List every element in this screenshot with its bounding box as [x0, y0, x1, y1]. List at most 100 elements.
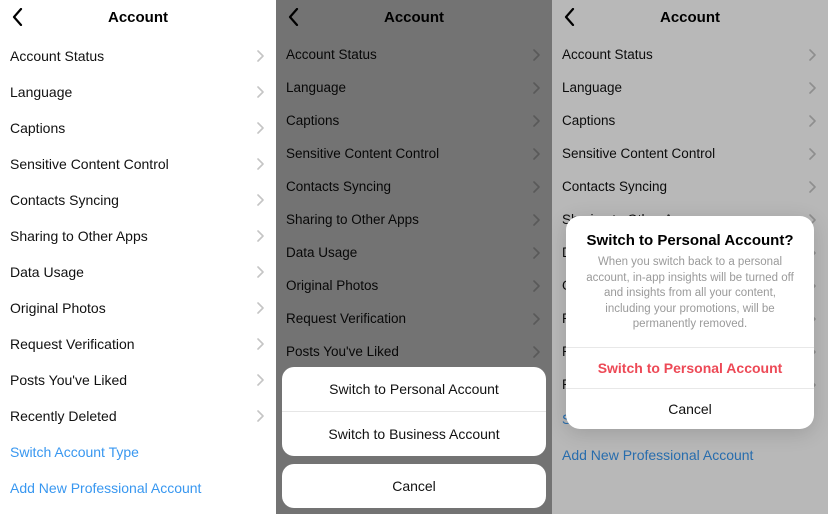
sheet-switch-personal[interactable]: Switch to Personal Account	[282, 367, 546, 411]
chevron-left-icon	[564, 8, 575, 26]
chevron-right-icon	[257, 374, 264, 386]
header-bar: Account	[0, 0, 276, 34]
row-sensitive-content: Sensitive Content Control	[276, 137, 552, 170]
row-sharing-other-apps: Sharing to Other Apps	[276, 203, 552, 236]
row-original-photos: Original Photos	[276, 269, 552, 302]
row-label: Original Photos	[10, 300, 106, 316]
row-label: Data Usage	[286, 245, 357, 260]
alert-title: Switch to Personal Account?	[566, 216, 814, 255]
row-label: Sensitive Content Control	[562, 146, 715, 161]
row-account-status: Account Status	[276, 38, 552, 71]
back-button[interactable]	[6, 6, 28, 28]
action-sheet: Switch to Personal Account Switch to Bus…	[282, 367, 546, 508]
row-request-verification: Request Verification	[276, 302, 552, 335]
back-button[interactable]	[558, 6, 580, 28]
row-language[interactable]: Language	[0, 74, 276, 110]
row-label: Contacts Syncing	[286, 179, 391, 194]
row-sensitive-content: Sensitive Content Control	[552, 137, 828, 170]
chevron-right-icon	[533, 346, 540, 358]
page-title: Account	[108, 9, 168, 26]
row-posts-liked: Posts You've Liked	[276, 335, 552, 368]
chevron-right-icon	[257, 194, 264, 206]
link-add-professional-account[interactable]: Add New Professional Account	[0, 470, 276, 506]
chevron-right-icon	[809, 82, 816, 94]
row-label: Sensitive Content Control	[286, 146, 439, 161]
row-contacts-syncing[interactable]: Contacts Syncing	[0, 182, 276, 218]
page-title: Account	[384, 9, 444, 26]
chevron-right-icon	[533, 247, 540, 259]
row-sharing-other-apps[interactable]: Sharing to Other Apps	[0, 218, 276, 254]
sheet-cancel-button[interactable]: Cancel	[282, 464, 546, 508]
back-button[interactable]	[282, 6, 304, 28]
row-account-status[interactable]: Account Status	[0, 38, 276, 74]
row-label: Request Verification	[10, 336, 135, 352]
row-captions: Captions	[552, 104, 828, 137]
row-label: Sensitive Content Control	[10, 156, 169, 172]
chevron-right-icon	[809, 148, 816, 160]
row-label: Account Status	[562, 47, 653, 62]
action-sheet-group: Switch to Personal Account Switch to Bus…	[282, 367, 546, 456]
chevron-right-icon	[257, 266, 264, 278]
row-label: Account Status	[10, 48, 104, 64]
row-contacts-syncing: Contacts Syncing	[276, 170, 552, 203]
screen-account-settings: Account Account Status Language Captions…	[0, 0, 276, 514]
row-recently-deleted[interactable]: Recently Deleted	[0, 398, 276, 434]
alert-cancel-button[interactable]: Cancel	[566, 388, 814, 429]
row-original-photos[interactable]: Original Photos	[0, 290, 276, 326]
row-posts-liked[interactable]: Posts You've Liked	[0, 362, 276, 398]
link-switch-account-type[interactable]: Switch Account Type	[0, 434, 276, 470]
chevron-right-icon	[257, 230, 264, 242]
row-captions[interactable]: Captions	[0, 110, 276, 146]
alert-confirm-button[interactable]: Switch to Personal Account	[566, 347, 814, 388]
chevron-right-icon	[533, 148, 540, 160]
chevron-right-icon	[257, 122, 264, 134]
sheet-switch-business[interactable]: Switch to Business Account	[282, 411, 546, 456]
chevron-right-icon	[809, 115, 816, 127]
row-label: Data Usage	[10, 264, 84, 280]
chevron-right-icon	[257, 410, 264, 422]
chevron-right-icon	[257, 302, 264, 314]
row-data-usage: Data Usage	[276, 236, 552, 269]
chevron-right-icon	[533, 49, 540, 61]
row-label: Original Photos	[286, 278, 378, 293]
row-label: Captions	[286, 113, 339, 128]
chevron-left-icon	[12, 8, 23, 26]
row-language: Language	[552, 71, 828, 104]
row-contacts-syncing: Contacts Syncing	[552, 170, 828, 203]
chevron-right-icon	[809, 49, 816, 61]
chevron-right-icon	[257, 158, 264, 170]
row-label: Sharing to Other Apps	[10, 228, 148, 244]
chevron-right-icon	[533, 181, 540, 193]
page-title: Account	[660, 9, 720, 26]
row-label: Recently Deleted	[10, 408, 117, 424]
chevron-left-icon	[288, 8, 299, 26]
screen-switch-account-sheet: Account Account Status Language Captions…	[276, 0, 552, 514]
chevron-right-icon	[257, 338, 264, 350]
chevron-right-icon	[533, 214, 540, 226]
row-label: Captions	[562, 113, 615, 128]
row-captions: Captions	[276, 104, 552, 137]
screen-switch-confirm-alert: Account Account Status Language Captions…	[552, 0, 828, 514]
header-bar: Account	[552, 0, 828, 34]
alert-body: When you switch back to a personal accou…	[566, 255, 814, 347]
row-label: Posts You've Liked	[286, 344, 399, 359]
row-label: Language	[286, 80, 346, 95]
row-data-usage[interactable]: Data Usage	[0, 254, 276, 290]
row-request-verification[interactable]: Request Verification	[0, 326, 276, 362]
row-label: Posts You've Liked	[10, 372, 127, 388]
row-label: Contacts Syncing	[10, 192, 119, 208]
settings-list: Account Status Language Captions Sensiti…	[0, 34, 276, 506]
chevron-right-icon	[809, 181, 816, 193]
row-sensitive-content[interactable]: Sensitive Content Control	[0, 146, 276, 182]
confirm-alert: Switch to Personal Account? When you swi…	[566, 216, 814, 429]
chevron-right-icon	[257, 86, 264, 98]
row-language: Language	[276, 71, 552, 104]
header-bar: Account	[276, 0, 552, 34]
chevron-right-icon	[257, 50, 264, 62]
row-label: Account Status	[286, 47, 377, 62]
row-label: Contacts Syncing	[562, 179, 667, 194]
row-label: Request Verification	[286, 311, 406, 326]
row-account-status: Account Status	[552, 38, 828, 71]
row-label: Sharing to Other Apps	[286, 212, 419, 227]
settings-list: Account Status Language Captions Sensiti…	[276, 34, 552, 401]
